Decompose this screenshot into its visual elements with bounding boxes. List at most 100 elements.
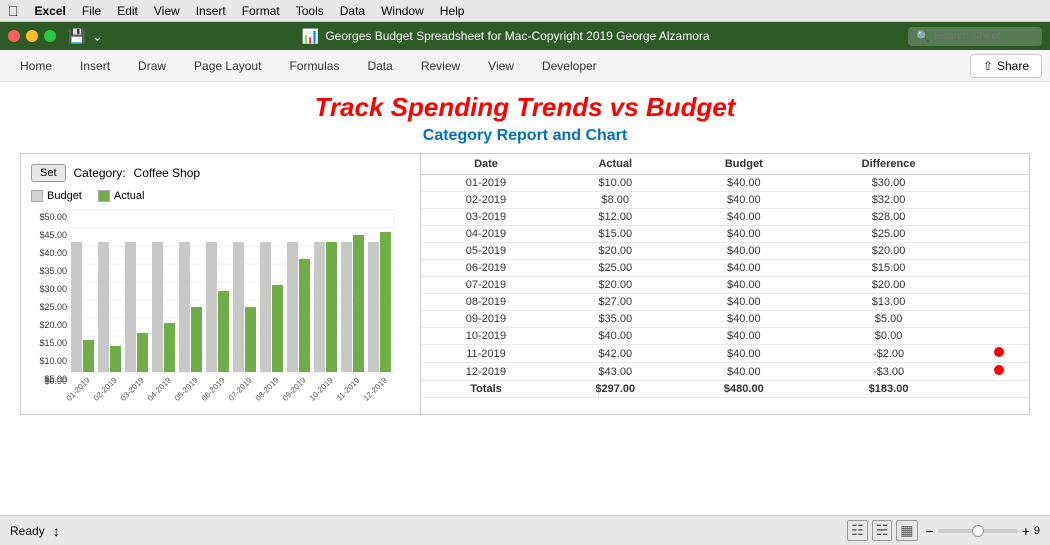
cell-diff: $20.00: [808, 277, 969, 294]
cell-actual: $20.00: [551, 277, 680, 294]
bar-chart: $50.00 $45.00 $40.00 $35.00 $30.00 $25.0…: [31, 206, 401, 401]
cell-budget: $40.00: [680, 345, 809, 363]
tab-view[interactable]: View: [476, 53, 526, 79]
cell-diff: $13.00: [808, 294, 969, 311]
tab-page-layout[interactable]: Page Layout: [182, 53, 273, 79]
page-title: Track Spending Trends vs Budget: [20, 92, 1030, 123]
cell-date: 11-2019: [421, 345, 551, 363]
cell-budget: $40.00: [680, 243, 809, 260]
menu-view[interactable]: View: [154, 4, 180, 18]
cell-actual: $10.00: [551, 175, 680, 192]
menu-file[interactable]: File: [82, 4, 101, 18]
search-box[interactable]: 🔍: [908, 27, 1042, 46]
tab-review[interactable]: Review: [409, 53, 472, 79]
zoom-control: − + 9: [926, 523, 1041, 539]
cell-diff: $28.00: [808, 209, 969, 226]
cell-budget: $40.00: [680, 277, 809, 294]
zoom-out-icon[interactable]: −: [926, 523, 934, 539]
cell-diff: $20.00: [808, 243, 969, 260]
svg-text:$25.00: $25.00: [39, 302, 67, 312]
tab-draw[interactable]: Draw: [126, 53, 178, 79]
col-date: Date: [421, 154, 551, 175]
traffic-lights: [8, 30, 56, 42]
indicator-cell: [969, 260, 1029, 277]
menu-tools[interactable]: Tools: [296, 4, 324, 18]
table-section: Date Actual Budget Difference 01-2019 $1…: [421, 154, 1029, 414]
cell-budget: $40.00: [680, 328, 809, 345]
cell-budget: $40.00: [680, 175, 809, 192]
cell-date: 12-2019: [421, 363, 551, 381]
chart-legend: Budget Actual: [31, 190, 410, 202]
totals-budget: $480.00: [680, 381, 809, 398]
svg-text:$50.00: $50.00: [39, 212, 67, 222]
tab-data[interactable]: Data: [355, 53, 404, 79]
table-row: 04-2019 $15.00 $40.00 $25.00: [421, 226, 1029, 243]
menu-insert[interactable]: Insert: [196, 4, 226, 18]
status-icon[interactable]: ↕: [53, 523, 60, 539]
search-icon: 🔍: [916, 30, 930, 43]
statusbar: Ready ↕ ☷ ☵ ▦ − + 9: [0, 515, 1050, 545]
close-button[interactable]: [8, 30, 20, 42]
cell-date: 02-2019: [421, 192, 551, 209]
totals-indicator: [969, 381, 1029, 398]
search-input[interactable]: [934, 30, 1034, 42]
table-row: 06-2019 $25.00 $40.00 $15.00: [421, 260, 1029, 277]
tab-home[interactable]: Home: [8, 53, 64, 79]
table-row: 02-2019 $8.00 $40.00 $32.00: [421, 192, 1029, 209]
cell-actual: $35.00: [551, 311, 680, 328]
set-button[interactable]: Set: [31, 164, 66, 182]
menu-window[interactable]: Window: [381, 4, 424, 18]
cell-actual: $25.00: [551, 260, 680, 277]
indicator-cell: [969, 175, 1029, 192]
tab-developer[interactable]: Developer: [530, 53, 609, 79]
cell-budget: $40.00: [680, 294, 809, 311]
svg-text:$0.00: $0.00: [44, 376, 67, 386]
menu-format[interactable]: Format: [242, 4, 280, 18]
cell-actual: $43.00: [551, 363, 680, 381]
category-value: Coffee Shop: [134, 166, 201, 180]
zoom-value: 9: [1034, 525, 1040, 537]
zoom-thumb: [972, 525, 984, 537]
share-label: Share: [997, 59, 1029, 73]
menu-edit[interactable]: Edit: [117, 4, 138, 18]
svg-text:08-2019: 08-2019: [254, 375, 282, 401]
share-button[interactable]: ⇧ Share: [970, 54, 1042, 78]
col-indicator: [969, 154, 1029, 175]
table-row: 11-2019 $42.00 $40.00 -$2.00: [421, 345, 1029, 363]
zoom-in-icon[interactable]: +: [1022, 523, 1030, 539]
section-title: Category Report and Chart: [20, 127, 1030, 145]
svg-text:$15.00: $15.00: [39, 338, 67, 348]
zoom-slider[interactable]: [938, 529, 1018, 533]
svg-text:$10.00: $10.00: [39, 356, 67, 366]
svg-text:02-2019: 02-2019: [92, 375, 120, 401]
minimize-button[interactable]: [26, 30, 38, 42]
actual-legend-label: Actual: [114, 190, 145, 202]
indicator-cell: [969, 363, 1029, 381]
chart-section: Set Category: Coffee Shop Budget Actual …: [21, 154, 421, 414]
red-dot-icon: [994, 347, 1004, 357]
cell-budget: $40.00: [680, 260, 809, 277]
cell-diff: $32.00: [808, 192, 969, 209]
svg-text:$30.00: $30.00: [39, 284, 67, 294]
indicator-cell: [969, 294, 1029, 311]
tab-insert[interactable]: Insert: [68, 53, 122, 79]
indicator-cell: [969, 209, 1029, 226]
grid-view-icon[interactable]: ☷: [847, 520, 868, 541]
maximize-button[interactable]: [44, 30, 56, 42]
menu-excel[interactable]: Excel: [35, 4, 66, 18]
svg-text:$20.00: $20.00: [39, 320, 67, 330]
cell-budget: $40.00: [680, 363, 809, 381]
svg-text:12-2019: 12-2019: [362, 375, 390, 401]
save-icon[interactable]: 💾: [68, 28, 85, 45]
cell-date: 06-2019: [421, 260, 551, 277]
dropdown-icon[interactable]: ⌄: [91, 28, 103, 45]
cell-date: 03-2019: [421, 209, 551, 226]
apple-menu[interactable]: : [8, 3, 19, 19]
menu-help[interactable]: Help: [440, 4, 465, 18]
cell-actual: $12.00: [551, 209, 680, 226]
tab-formulas[interactable]: Formulas: [277, 53, 351, 79]
page-view-icon[interactable]: ☵: [872, 520, 893, 541]
menu-data[interactable]: Data: [340, 4, 365, 18]
share-icon: ⇧: [983, 59, 993, 73]
page-break-icon[interactable]: ▦: [896, 520, 917, 541]
